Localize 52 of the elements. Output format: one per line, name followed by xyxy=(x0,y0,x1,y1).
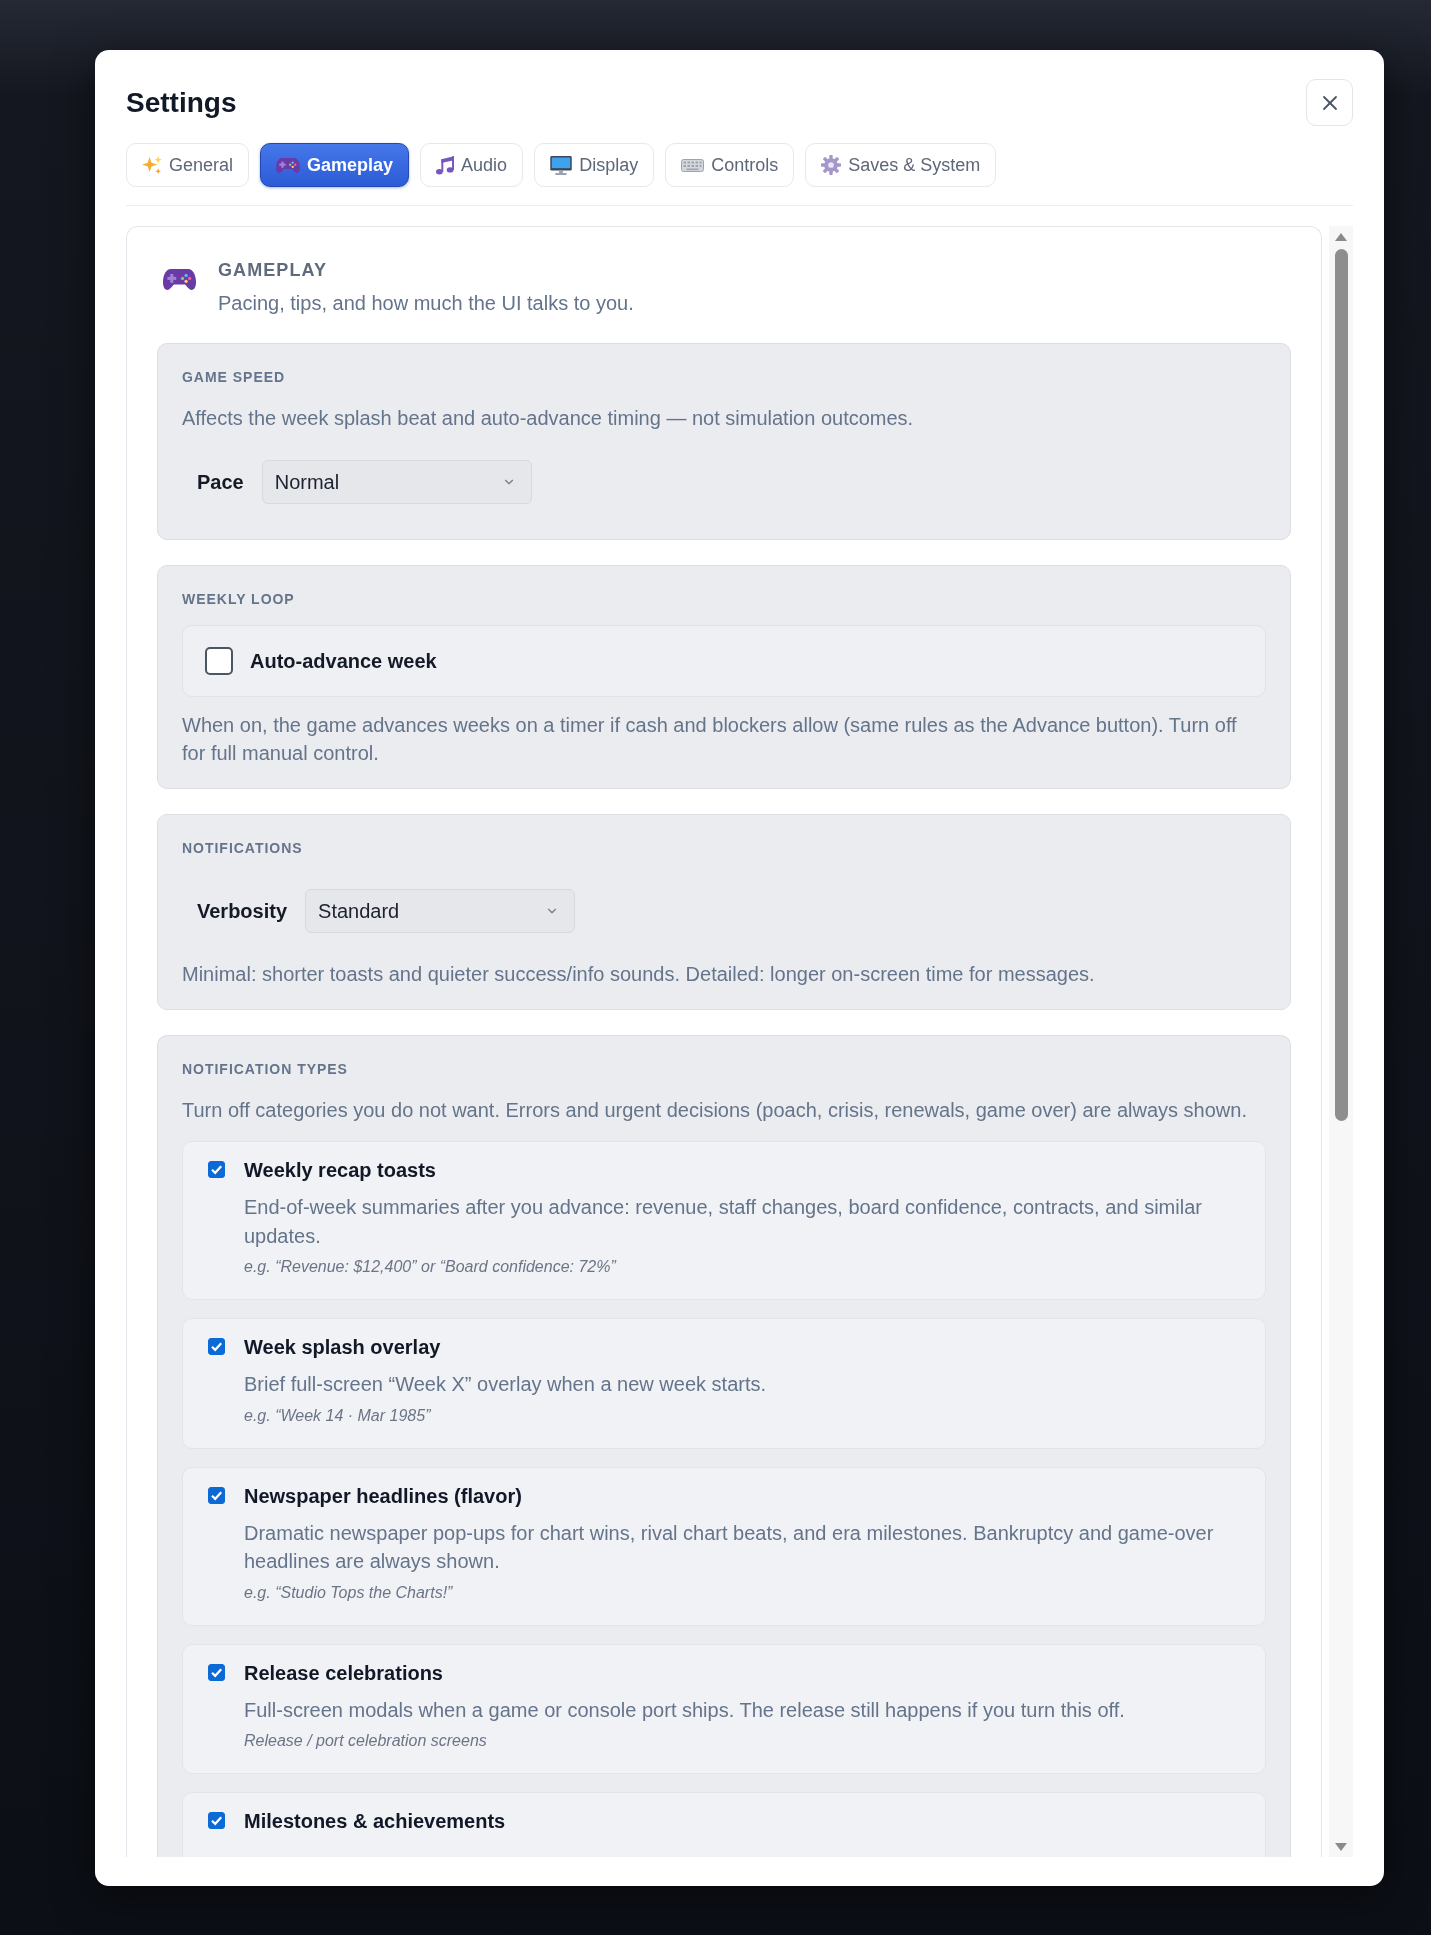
gamepad-icon xyxy=(276,157,301,173)
tab[interactable]: Display xyxy=(534,143,655,187)
section-note: When on, the game advances weeks on a timer if cash and blockers allow (same rules as the Advance button). Turn off for full manual control. xyxy=(182,713,1238,766)
scroll-up-arrow-icon[interactable] xyxy=(1335,233,1347,241)
tab[interactable]: Controls xyxy=(665,143,795,187)
keyboard-icon xyxy=(681,158,705,172)
notification-type-title: Milestones & achievements xyxy=(244,1809,507,1834)
notification-type-title: Weekly recap toasts xyxy=(244,1158,437,1183)
music-note-icon xyxy=(436,155,455,175)
notification-type-title: Newspaper headlines (flavor) xyxy=(244,1483,523,1509)
checkbox[interactable] xyxy=(208,1161,225,1178)
section-description: Affects the week splash beat and auto-advance timing — not simulation outcomes. xyxy=(182,406,915,431)
notification-type-title: Release celebrations xyxy=(244,1660,444,1686)
gamepad-icon xyxy=(163,269,196,290)
option-label: Auto-advance week xyxy=(250,649,437,674)
checkbox[interactable] xyxy=(208,1338,225,1355)
notification-type-description: Full-screen modals when a game or console port ships. The release still happens if you turn this off. xyxy=(244,1697,1126,1723)
section-label: NOTIFICATIONS xyxy=(182,839,304,858)
close-button[interactable] xyxy=(1306,79,1353,126)
field-label: Pace xyxy=(197,470,244,495)
checkbox[interactable] xyxy=(208,1486,225,1504)
tab[interactable]: General xyxy=(126,143,250,187)
checkbox[interactable] xyxy=(208,1812,225,1829)
tab[interactable]: Gameplay xyxy=(260,143,410,187)
notification-type-description: Dramatic newspaper pop-ups for chart wins, rival chart beats, and era milestones. Bankruptcy and game-over headlines are always shown. xyxy=(244,1520,1215,1574)
dropdown-field[interactable]: Standard xyxy=(305,889,576,933)
section-label: NOTIFICATION TYPES xyxy=(182,1060,349,1079)
section-description: Turn off categories you do not want. Errors and urgent decisions (poach, crisis, renewals, game over) are always shown. xyxy=(182,1098,1248,1123)
section-label: WEEKLY LOOP xyxy=(182,590,296,609)
example-text: e.g. “Week 14 · Mar 1985” xyxy=(244,1405,432,1426)
scroll-down-arrow-icon[interactable] xyxy=(1335,1843,1347,1851)
notification-type-description: Brief full-screen “Week X” overlay when a new week starts. xyxy=(244,1372,768,1397)
checkbox[interactable] xyxy=(208,1663,225,1681)
example-text: Release / port celebration screens xyxy=(244,1731,488,1751)
checkbox[interactable] xyxy=(205,647,233,675)
panel-title: GAMEPLAY xyxy=(218,259,328,282)
section-label: GAME SPEED xyxy=(182,368,287,387)
monitor-icon xyxy=(550,155,573,175)
notification-type-description: End-of-week summaries after you advance: revenue, staff changes, board confidence, contracts, and similar updates. xyxy=(244,1195,1203,1249)
example-text: e.g. “Studio Tops the Charts!” xyxy=(244,1582,454,1603)
dropdown-field[interactable]: Normal xyxy=(261,460,532,504)
tab[interactable]: Saves & System xyxy=(805,143,997,187)
notification-type-title: Week splash overlay xyxy=(244,1335,442,1360)
gear-icon xyxy=(821,155,842,175)
field-label: Verbosity xyxy=(197,899,288,924)
section-note: Minimal: shorter toasts and quieter success/info sounds. Detailed: longer on-screen time for messages. xyxy=(182,962,1096,987)
tab[interactable]: Audio xyxy=(420,143,524,187)
sparkles-icon xyxy=(142,156,162,174)
example-text: e.g. “Revenue: $12,400” or “Board confidence: 72%” xyxy=(244,1257,618,1277)
scrollbar-thumb[interactable] xyxy=(1334,249,1348,1121)
dialog-title: Settings xyxy=(126,85,237,120)
panel-subtitle: Pacing, tips, and how much the UI talks to you. xyxy=(218,291,634,316)
